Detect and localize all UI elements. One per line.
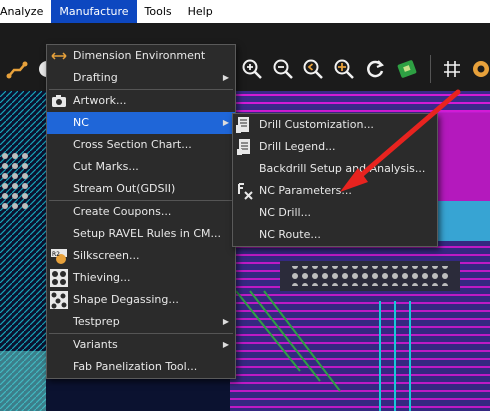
- submenu-arrow-icon: ▶: [222, 118, 229, 127]
- menu-analyze[interactable]: Analyze: [0, 0, 51, 23]
- route-icon[interactable]: [6, 58, 28, 80]
- menu-item-label: Fab Panelization Tool...: [73, 360, 198, 373]
- zoom-previous-icon[interactable]: [302, 58, 324, 80]
- menu-tools[interactable]: Tools: [137, 0, 180, 23]
- menu-item-drafting[interactable]: Drafting ▶: [47, 67, 235, 89]
- menu-item-label: Setup RAVEL Rules in CM...: [73, 227, 221, 240]
- menu-item-create-coupons[interactable]: Create Coupons...: [47, 201, 235, 223]
- menu-item-drill-customization[interactable]: Drill Customization...: [233, 114, 437, 136]
- camera-icon: [52, 95, 66, 107]
- svg-text:R2: R2: [52, 251, 60, 258]
- menu-item-label: Shape Degassing...: [73, 293, 179, 306]
- menu-item-silkscreen[interactable]: R2 Silkscreen...: [47, 245, 235, 267]
- menu-item-label: NC Parameters...: [259, 184, 352, 197]
- menu-item-label: NC Route...: [259, 228, 321, 241]
- degassing-icon: [50, 291, 68, 309]
- menu-item-label: Create Coupons...: [73, 205, 172, 218]
- menu-item-thieving[interactable]: Thieving...: [47, 267, 235, 289]
- menu-item-label: Variants: [73, 338, 118, 351]
- menu-item-cross-section-chart[interactable]: Cross Section Chart...: [47, 134, 235, 156]
- menu-item-dimension-environment[interactable]: Dimension Environment: [47, 45, 235, 67]
- nc-parameters-icon: [238, 183, 253, 200]
- submenu-arrow-icon: ▶: [222, 317, 229, 326]
- board-icon[interactable]: [396, 58, 418, 80]
- visibility-icon[interactable]: [470, 58, 490, 80]
- menu-item-label: Drill Legend...: [259, 140, 336, 153]
- menu-item-label: Drafting: [73, 71, 118, 84]
- submenu-arrow-icon: ▶: [222, 340, 229, 349]
- menu-item-label: Testprep: [73, 315, 120, 328]
- menu-item-label: Cross Section Chart...: [73, 138, 192, 151]
- menu-help[interactable]: Help: [180, 0, 221, 23]
- menu-item-shape-degassing[interactable]: Shape Degassing...: [47, 289, 235, 311]
- menu-item-label: Artwork...: [73, 94, 127, 107]
- menu-item-label: NC Drill...: [259, 206, 312, 219]
- menu-item-label: Stream Out(GDSII): [73, 182, 176, 195]
- menu-item-nc-parameters[interactable]: NC Parameters...: [233, 180, 437, 202]
- manufacture-menu: Dimension Environment Drafting ▶ Artwork…: [46, 44, 236, 379]
- drill-customization-icon: [236, 117, 249, 133]
- zoom-out-icon[interactable]: [272, 58, 294, 80]
- menu-item-setup-ravel-rules[interactable]: Setup RAVEL Rules in CM...: [47, 223, 235, 245]
- drill-legend-icon: [237, 139, 250, 155]
- dimension-icon: [51, 52, 67, 60]
- menu-item-label: Cut Marks...: [73, 160, 139, 173]
- nc-submenu: Drill Customization... Drill Legend... B…: [232, 113, 438, 247]
- menu-manufacture[interactable]: Manufacture: [51, 0, 137, 23]
- menu-item-cut-marks[interactable]: Cut Marks...: [47, 156, 235, 178]
- menu-item-backdrill-setup[interactable]: Backdrill Setup and Analysis...: [233, 158, 437, 180]
- grid-icon[interactable]: [441, 58, 463, 80]
- silkscreen-icon: R2: [51, 249, 67, 264]
- menu-item-stream-out[interactable]: Stream Out(GDSII): [47, 178, 235, 200]
- menu-item-label: Dimension Environment: [73, 49, 206, 62]
- zoom-in-icon[interactable]: [241, 58, 263, 80]
- menu-item-variants[interactable]: Variants ▶: [47, 334, 235, 356]
- menu-item-nc-route[interactable]: NC Route...: [233, 224, 437, 246]
- menu-item-label: NC: [73, 116, 89, 129]
- menu-item-drill-legend[interactable]: Drill Legend...: [233, 136, 437, 158]
- menu-item-fab-panelization-tool[interactable]: Fab Panelization Tool...: [47, 356, 235, 378]
- menu-item-label: Backdrill Setup and Analysis...: [259, 162, 426, 175]
- menu-item-nc-drill[interactable]: NC Drill...: [233, 202, 437, 224]
- zoom-fit-icon[interactable]: [333, 58, 355, 80]
- menu-item-artwork[interactable]: Artwork...: [47, 90, 235, 112]
- menu-item-nc[interactable]: NC ▶: [47, 112, 235, 134]
- redraw-icon[interactable]: [364, 58, 386, 80]
- menu-item-label: Thieving...: [73, 271, 131, 284]
- thieving-icon: [50, 269, 68, 287]
- submenu-arrow-icon: ▶: [222, 73, 229, 82]
- menu-item-label: Silkscreen...: [73, 249, 140, 262]
- menu-bar: Analyze Manufacture Tools Help: [0, 0, 490, 23]
- toolbar-separator: [430, 55, 431, 83]
- menu-item-testprep[interactable]: Testprep ▶: [47, 311, 235, 333]
- menu-item-label: Drill Customization...: [259, 118, 374, 131]
